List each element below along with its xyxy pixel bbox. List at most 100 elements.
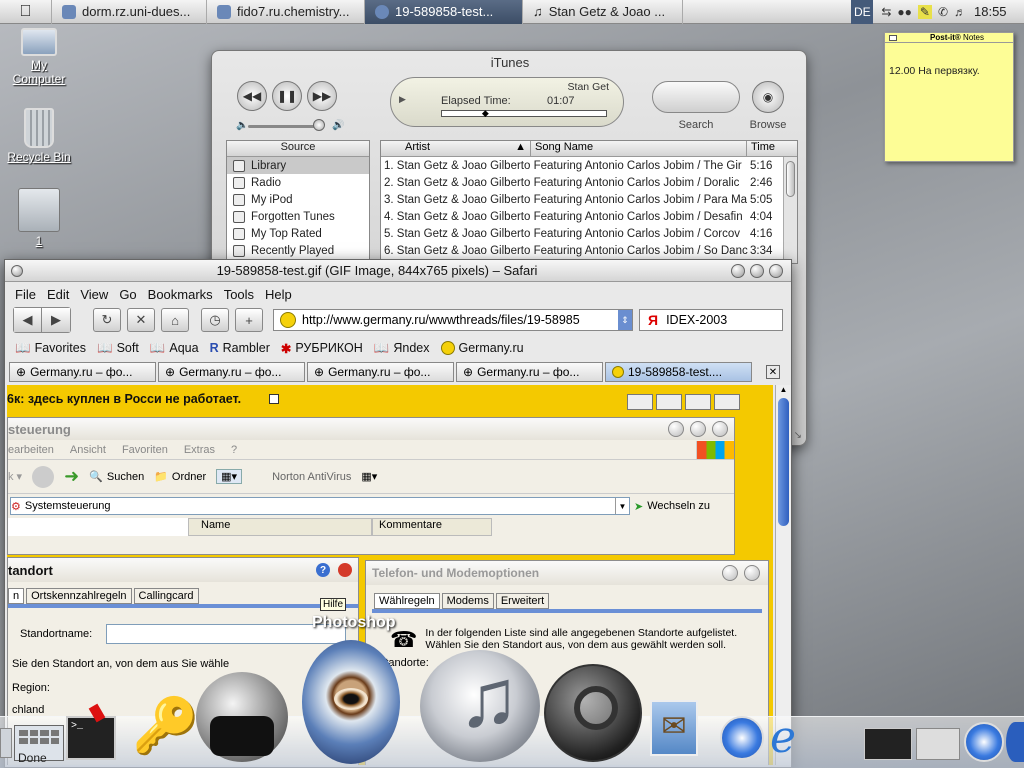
search-field-value[interactable]: IDEX-2003 — [666, 313, 727, 327]
minimize-button[interactable] — [722, 565, 738, 581]
maximize-button[interactable] — [690, 421, 706, 437]
close-tab-icon[interactable]: ✕ — [766, 365, 780, 379]
pause-button[interactable]: ❚❚ — [272, 81, 302, 111]
menu-edit[interactable]: earbeiten — [8, 444, 54, 456]
minimize-button[interactable] — [668, 421, 684, 437]
desktop-icon-my-computer[interactable]: My Computer — [4, 28, 74, 86]
dock-internet-connect-icon[interactable] — [196, 672, 288, 762]
close-button[interactable] — [338, 563, 352, 577]
network-icon[interactable]: ⇆ — [881, 5, 891, 19]
reload-button[interactable]: ↻ — [93, 308, 121, 332]
bookmark-aqua[interactable]: 📖 Aqua — [150, 341, 199, 356]
minimize-button[interactable] — [731, 263, 745, 278]
track-scrollbar[interactable] — [783, 157, 797, 263]
postit-note[interactable]: Post-it® Notes 12.00 На первязку. — [884, 32, 1014, 162]
maximize-button[interactable] — [750, 263, 764, 278]
source-item-forgotten-tunes[interactable]: Forgotten Tunes — [227, 208, 369, 225]
phone-icon[interactable]: ✆ — [938, 5, 948, 19]
go-button[interactable]: Wechseln zu — [647, 500, 710, 512]
tab-advanced[interactable]: Erweitert — [495, 593, 550, 609]
scroll-thumb[interactable] — [778, 398, 789, 526]
track-row[interactable]: 6. Stan Getz & Joao Gilberto Featuring A… — [384, 242, 797, 259]
page-scrollbar[interactable]: ▲ — [775, 385, 791, 765]
close-button[interactable] — [744, 565, 760, 581]
bookmark-rubrikon[interactable]: ✱ РУБРИКОН — [281, 341, 363, 356]
address-bar[interactable]: http://www.germany.ru/wwwthreads/files/1… — [273, 309, 633, 331]
tray-icons[interactable]: ⇆ ●● ✎ ✆ ♬ — [873, 4, 974, 19]
track-row[interactable]: 4. Stan Getz & Joao Gilberto Featuring A… — [384, 208, 797, 225]
source-item-top-rated[interactable]: My Top Rated — [227, 225, 369, 242]
dock-right-icon[interactable] — [1006, 722, 1024, 762]
add-bookmark-button[interactable]: + — [235, 308, 263, 332]
tab-area-codes[interactable]: Ortskennzahlregeln — [26, 588, 132, 604]
browser-tab-0[interactable]: ⊕ Germany.ru – фо... — [9, 362, 156, 382]
tab-modems[interactable]: Modems — [441, 593, 494, 609]
views-icon[interactable]: ▦▾ — [216, 469, 243, 484]
up-folder-icon[interactable]: ➜ — [64, 466, 79, 487]
source-item-radio[interactable]: Radio — [227, 174, 369, 191]
menu-view[interactable]: View — [80, 287, 108, 302]
menu-view[interactable]: Ansicht — [70, 444, 106, 456]
volume-knob[interactable] — [313, 119, 325, 131]
column-comment[interactable]: Kommentare — [372, 518, 492, 536]
menu-file[interactable]: File — [15, 287, 36, 302]
tab-dialing-rules[interactable]: Wählregeln — [374, 593, 440, 609]
stop-button[interactable]: ✕ — [127, 308, 155, 332]
browser-tab-2[interactable]: ⊕ Germany.ru – фо... — [307, 362, 454, 382]
back-button[interactable]: ◀ — [14, 308, 42, 332]
menu-bookmarks[interactable]: Bookmarks — [148, 287, 213, 302]
desktop-icon-folder[interactable]: 1 — [4, 188, 74, 248]
taskbar-tab-3[interactable]: ♫ Stan Getz & Joao ... — [523, 0, 683, 24]
dropdown-arrow-icon[interactable]: ▼ — [615, 498, 629, 514]
browse-eye-icon[interactable]: ◉ — [752, 81, 784, 113]
save-icon[interactable] — [685, 394, 711, 410]
dock-sherlock-icon[interactable] — [544, 664, 642, 762]
dock-mail-icon[interactable]: ✉ — [650, 700, 698, 756]
bookmark-favorites[interactable]: 📖 Favorites — [15, 341, 86, 356]
postit-text[interactable]: 12.00 На первязку. — [885, 43, 1013, 77]
taskbar-tab-2[interactable]: 19-589858-test... — [365, 0, 523, 24]
search-button[interactable]: 🔍 Suchen — [89, 470, 144, 484]
track-row[interactable]: 3. Stan Getz & Joao Gilberto Featuring A… — [384, 191, 797, 208]
xp-address-field[interactable]: ⚙ Systemsteuerung ▼ — [10, 497, 630, 515]
browser-tab-1[interactable]: ⊕ Germany.ru – фо... — [158, 362, 305, 382]
source-item-ipod[interactable]: My iPod — [227, 191, 369, 208]
scroll-thumb[interactable] — [786, 161, 795, 197]
search-input[interactable] — [652, 81, 740, 113]
resize-grip-icon[interactable]: ↘ — [794, 430, 802, 441]
column-time[interactable]: Time — [747, 141, 797, 156]
menu-help[interactable]: ? — [231, 444, 237, 456]
column-name[interactable]: Name — [188, 518, 372, 536]
menu-edit[interactable]: Edit — [47, 287, 69, 302]
menu-help[interactable]: Help — [265, 287, 292, 302]
dock-safari-minimized-icon[interactable] — [964, 722, 1004, 762]
dock-terminal-icon[interactable]: >_ — [66, 716, 116, 760]
apple-menu-icon[interactable]:  — [0, 0, 52, 24]
forward-arrow-icon[interactable] — [32, 465, 55, 488]
menu-extras[interactable]: Extras — [184, 444, 215, 456]
browser-tab-3[interactable]: ⊕ Germany.ru – фо... — [456, 362, 603, 382]
taskbar-tab-0[interactable]: dorm.rz.uni-dues... — [52, 0, 207, 24]
track-row[interactable]: 1. Stan Getz & Joao Gilberto Featuring A… — [384, 157, 797, 174]
tab-calling-card[interactable]: Callingcard — [133, 588, 199, 604]
forward-icon[interactable] — [714, 394, 740, 410]
forward-button[interactable]: ▶ — [42, 308, 70, 332]
progress-bar[interactable] — [441, 110, 607, 117]
browser-tab-4[interactable]: 19-589858-test.... — [605, 362, 752, 382]
menu-go[interactable]: Go — [119, 287, 136, 302]
bluetooth-icon[interactable]: ●● — [897, 5, 912, 19]
dock-photoshop-icon[interactable] — [302, 640, 400, 764]
progress-marker[interactable]: ◆ — [482, 109, 489, 118]
go-arrow-icon[interactable]: ➤ — [634, 500, 643, 513]
volume-icon[interactable]: ♬ — [954, 5, 966, 19]
help-icon[interactable]: ? — [316, 563, 330, 577]
taskbar-tab-1[interactable]: fido7.ru.chemistry... — [207, 0, 365, 24]
input-indicator[interactable]: DE — [851, 0, 874, 24]
norton-icon[interactable]: ▦▾ — [361, 470, 377, 483]
close-button[interactable] — [769, 263, 783, 278]
next-button[interactable]: ▶▶ — [307, 81, 337, 111]
column-artist[interactable]: Artist ▲ — [381, 141, 531, 156]
search-field[interactable]: Я IDEX-2003 — [639, 309, 783, 331]
dock-minimized-window-icon-2[interactable] — [916, 728, 960, 760]
back-label[interactable]: k ▾ — [8, 470, 22, 483]
